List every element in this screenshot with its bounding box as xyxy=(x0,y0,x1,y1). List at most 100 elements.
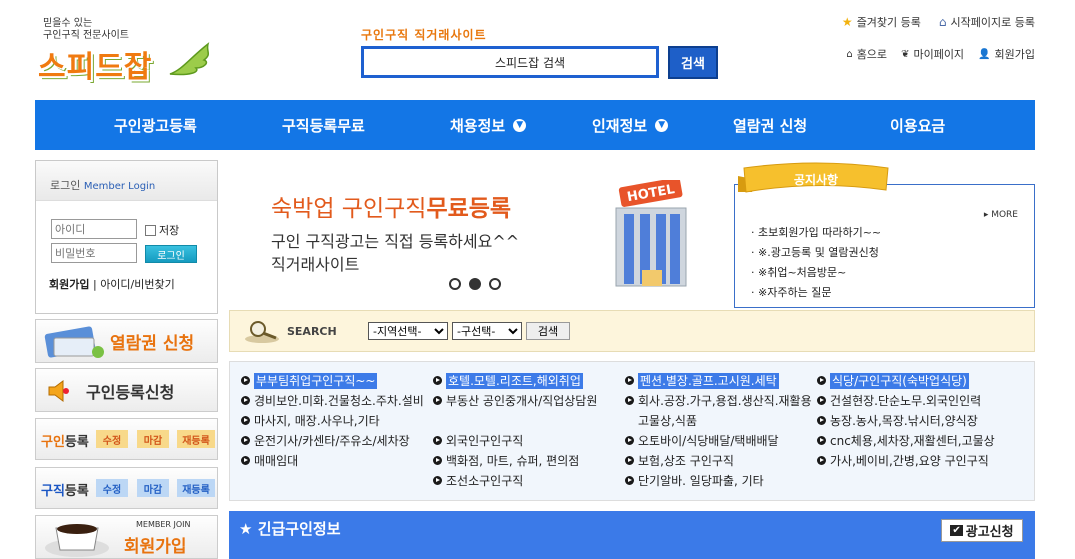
category-column-2: 호텔.모텔.리조트,해외취업 부동산 공인중개사/직업상담원 외국인구인구직 백… xyxy=(432,371,622,491)
slide-dot-3[interactable] xyxy=(489,278,501,290)
chevron-down-icon: ▼ xyxy=(655,118,669,132)
set-homepage-link[interactable]: ⌂ 시작페이지로 등록 xyxy=(939,14,1035,30)
leaf-icon: ❦ xyxy=(901,48,910,60)
top-links: ★ 즐겨찾기 등록 ⌂ 시작페이지로 등록 ⌂ 홈으로 ❦ 마이페이지 👤 회원… xyxy=(842,14,1035,78)
hotel-building-icon: HOTEL xyxy=(615,180,687,287)
category-link[interactable]: 펜션.별장.골프.고시원.세탁 xyxy=(624,371,814,391)
category-link[interactable]: 건설현장.단순노무.외국인인력 xyxy=(816,391,1006,411)
check-icon: ✔ xyxy=(950,525,963,536)
house-icon: ⌂ xyxy=(938,15,947,29)
seek-edit-button[interactable]: 수정 xyxy=(96,479,128,497)
bookmark-link[interactable]: ★ 즐겨찾기 등록 xyxy=(842,14,921,30)
save-checkbox[interactable]: 저장 xyxy=(145,222,179,238)
notice-ribbon: 공지사항 xyxy=(738,162,889,193)
logo-brand: 스피드잡 xyxy=(38,50,153,85)
login-box: 로그인 Member Login 저장 로그인 회원가입 | 아이디/비번찾기 xyxy=(35,160,218,314)
category-link[interactable]: 보험,상조 구인구직 xyxy=(624,451,814,471)
speaker-icon xyxy=(48,380,69,402)
card-icon xyxy=(44,326,104,358)
nav-job-ad[interactable]: 구인광고등록 xyxy=(114,115,197,136)
urgent-jobs-bar: ★ 긴급구인정보 ✔ 광고신청 xyxy=(229,511,1035,559)
banner-headline: 숙박업 구인구직무료등록 xyxy=(271,196,512,222)
logo-tagline-1: 믿을수 있는 xyxy=(43,18,93,29)
category-link[interactable]: 호텔.모텔.리조트,해외취업 xyxy=(432,371,622,391)
category-link[interactable]: 경비보안.미화.건물청소.주차.설비 xyxy=(240,391,430,411)
notice-title: 공지사항 xyxy=(794,172,838,187)
search-button[interactable]: 검색 xyxy=(668,46,718,79)
login-header: 로그인 Member Login xyxy=(36,161,217,201)
notice-item[interactable]: · 초보회원가입 따라하기~~ xyxy=(751,223,881,243)
find-account-link[interactable]: 아이디/비번찾기 xyxy=(100,278,175,291)
home-icon: ⌂ xyxy=(846,48,853,60)
recruit-close-button[interactable]: 마감 xyxy=(137,430,169,448)
login-button[interactable]: 로그인 xyxy=(145,245,197,263)
mypage-link[interactable]: ❦ 마이페이지 xyxy=(901,46,964,62)
slide-dot-2[interactable] xyxy=(469,278,481,290)
ad-apply-button[interactable]: ✔ 광고신청 xyxy=(941,519,1023,542)
category-link[interactable]: 부동산 공인중개사/직업상담원 xyxy=(432,391,622,411)
district-select[interactable]: -구선택- xyxy=(452,322,522,340)
banner-subline: 구인 구직광고는 직접 등록하세요^^ xyxy=(271,232,520,251)
view-apply-box[interactable]: 열람권 신청 xyxy=(35,319,218,363)
category-link[interactable]: 매매임대 xyxy=(240,451,430,471)
category-link[interactable]: 외국인구인구직 xyxy=(432,431,622,451)
category-link[interactable]: 농장.농사,목장.낚시터,양식장 xyxy=(816,411,1006,431)
category-column-4: 식당/구인구직(숙박업식당) 건설현장.단순노무.외국인인력 농장.농사,목장.… xyxy=(816,371,1006,471)
home-link[interactable]: ⌂ 홈으로 xyxy=(846,46,887,62)
main-nav: 구인광고등록 구직등록무료 채용정보 ▼ 인재정보 ▼ 열람권 신청 이용요금 xyxy=(35,100,1035,150)
notice-item[interactable]: · ※취업~처음방문~ xyxy=(751,263,881,283)
id-input[interactable] xyxy=(51,219,137,239)
recruit-reregister-button[interactable]: 재등록 xyxy=(177,430,215,448)
category-link[interactable]: 운전기사/카센타/주유소/세차장 xyxy=(240,431,430,451)
login-links: 회원가입 | 아이디/비번찾기 xyxy=(49,278,175,291)
slide-dot-1[interactable] xyxy=(449,278,461,290)
slide-indicators xyxy=(449,278,501,290)
chevron-down-icon: ▼ xyxy=(513,118,527,132)
star-icon: ★ xyxy=(239,520,253,538)
category-link[interactable]: 회사.공장.가구,용접.생산직.재활용고물상,식품 xyxy=(624,391,814,431)
coffee-cup-icon xyxy=(45,524,109,557)
job-register-box[interactable]: 구인등록신청 xyxy=(35,368,218,412)
category-link[interactable]: 백화점, 마트, 슈퍼, 편의점 xyxy=(432,451,622,471)
category-link[interactable]: 오토바이/식당배달/택배배달 xyxy=(624,431,814,451)
notice-item[interactable]: · ※.광고등록 및 열람권신청 xyxy=(751,243,881,263)
category-link[interactable]: 가사,베이비,간병,요양 구인구직 xyxy=(816,451,1006,471)
nav-job-info[interactable]: 채용정보 ▼ xyxy=(450,115,527,136)
wing-icon xyxy=(169,42,210,76)
nav-pricing[interactable]: 이용요금 xyxy=(890,115,945,136)
category-link[interactable]: 마사지, 매장.사우나,기타 xyxy=(240,411,430,431)
star-icon: ★ xyxy=(841,15,853,29)
category-link[interactable]: 식당/구인구직(숙박업식당) xyxy=(816,371,1006,391)
category-link[interactable]: cnc체용,세차장,재활센터,고물상 xyxy=(816,431,1006,451)
notice-list: · 초보회원가입 따라하기~~ · ※.광고등록 및 열람권신청 · ※취업~처… xyxy=(751,223,881,303)
user-icon: 👤 xyxy=(978,48,991,60)
member-join-box[interactable]: MEMBER JOIN 회원가입 xyxy=(35,515,218,559)
magnifier-icon xyxy=(245,321,279,343)
region-select[interactable]: -지역선택- xyxy=(368,322,448,340)
nav-talent-info[interactable]: 인재정보 ▼ xyxy=(592,115,669,136)
site-tagline: 구인구직 직거래사이트 xyxy=(361,28,487,42)
seek-close-button[interactable]: 마감 xyxy=(137,479,169,497)
category-grid: 부부팀취업구인구직~~ 경비보안.미화.건물청소.주차.설비 마사지, 매장.사… xyxy=(229,361,1035,501)
filter-search-button[interactable]: 검색 xyxy=(526,322,570,340)
category-link[interactable]: 부부팀취업구인구직~~ xyxy=(240,371,430,391)
join-link[interactable]: 👤 회원가입 xyxy=(978,46,1035,62)
join-link[interactable]: 회원가입 xyxy=(49,278,89,291)
checkbox-icon xyxy=(145,224,156,236)
nav-seek-free[interactable]: 구직등록무료 xyxy=(282,115,365,136)
search-label: SEARCH xyxy=(287,325,337,338)
category-link[interactable]: 조선소구인구직 xyxy=(432,471,622,491)
seek-reregister-button[interactable]: 재등록 xyxy=(177,479,215,497)
category-link[interactable]: 단기알바. 일당파출, 기타 xyxy=(624,471,814,491)
promo-banner[interactable]: 숙박업 구인구직무료등록 구인 구직광고는 직접 등록하세요^^ 직거래사이트 … xyxy=(229,160,723,306)
more-link[interactable]: ▸ MORE xyxy=(984,210,1018,220)
password-input[interactable] xyxy=(51,243,137,263)
nav-view-apply[interactable]: 열람권 신청 xyxy=(733,115,807,136)
category-column-1: 부부팀취업구인구직~~ 경비보안.미화.건물청소.주차.설비 마사지, 매장.사… xyxy=(240,371,430,471)
notice-item[interactable]: · ※자주하는 질문 xyxy=(751,283,881,303)
search-strip: SEARCH -지역선택- -구선택- 검색 xyxy=(229,310,1035,352)
site-logo[interactable]: 믿을수 있는 구인구직 전문사이트 스피드잡 xyxy=(38,18,218,88)
recruit-manage-box: 구인등록 수정 마감 재등록 xyxy=(35,418,218,460)
search-input[interactable] xyxy=(361,46,659,78)
recruit-edit-button[interactable]: 수정 xyxy=(96,430,128,448)
